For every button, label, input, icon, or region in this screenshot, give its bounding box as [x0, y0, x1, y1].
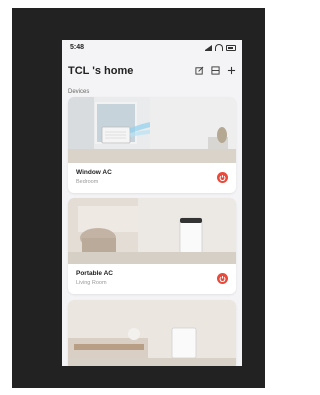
header-actions	[195, 66, 236, 75]
app-header: TCL 's home	[68, 65, 236, 79]
status-icons	[205, 44, 236, 51]
portable-ac-photo	[68, 198, 236, 264]
device-card-window-ac[interactable]: Window AC Bedroom	[68, 97, 236, 193]
device-card-portable-ac[interactable]: Portable AC Living Room	[68, 198, 236, 294]
power-icon	[219, 276, 226, 282]
battery-icon	[226, 44, 236, 51]
phone-screen: 5:48 TCL 's home Devices Window AC Bedro…	[62, 40, 242, 366]
wifi-icon	[215, 44, 223, 51]
device-room: Bedroom	[76, 179, 99, 185]
power-button[interactable]	[217, 172, 228, 183]
window-ac-photo	[68, 97, 236, 163]
device-name: Portable AC	[76, 270, 113, 277]
device-name: Window AC	[76, 169, 112, 176]
power-button[interactable]	[217, 273, 228, 284]
dehumidifier-photo	[68, 300, 236, 366]
signal-icon	[205, 44, 212, 51]
status-bar: 5:48	[62, 40, 242, 56]
devices-section-label: Devices	[68, 89, 90, 95]
status-time: 5:48	[70, 44, 85, 51]
home-title[interactable]: TCL 's home	[68, 65, 133, 77]
device-room: Living Room	[76, 280, 107, 286]
edit-icon[interactable]	[195, 66, 204, 75]
power-icon	[219, 175, 226, 181]
device-card-partial[interactable]	[68, 300, 236, 366]
plus-icon[interactable]	[227, 66, 236, 75]
list-icon[interactable]	[211, 66, 220, 75]
